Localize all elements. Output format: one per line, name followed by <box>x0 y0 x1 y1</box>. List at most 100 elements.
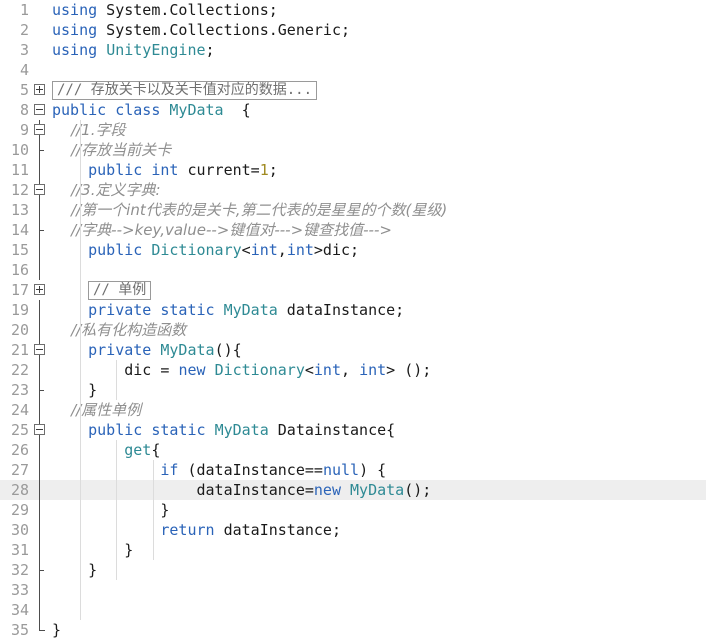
code-line[interactable]: 3 using UnityEngine; <box>0 40 706 60</box>
code-line[interactable]: 17 // 单例 <box>0 280 706 300</box>
fold-collapse-icon[interactable] <box>34 184 45 195</box>
code-line[interactable]: 21 private MyData(){ <box>0 340 706 360</box>
code-line[interactable]: 26 get{ <box>0 440 706 460</box>
code-text[interactable]: } <box>48 500 706 520</box>
fold-column[interactable] <box>32 400 48 420</box>
code-line[interactable]: 19 private static MyData dataInstance; <box>0 300 706 320</box>
fold-column[interactable] <box>32 560 48 580</box>
code-text[interactable]: public int current=1; <box>48 160 706 180</box>
folded-comment-block[interactable]: /// 存放关卡以及关卡值对应的数据... <box>52 81 318 100</box>
fold-column[interactable] <box>32 180 48 200</box>
code-text[interactable]: } <box>48 380 706 400</box>
code-line[interactable]: 13 //第一个int代表的是关卡,第二代表的是星星的个数(星级) <box>0 200 706 220</box>
fold-column[interactable] <box>32 20 48 40</box>
fold-column[interactable] <box>32 60 48 80</box>
fold-column[interactable] <box>32 140 48 160</box>
code-line[interactable]: 14 //字典-->key,value-->键值对--->键查找值---> <box>0 220 706 240</box>
code-line[interactable]: 24 //属性单例 <box>0 400 706 420</box>
code-text[interactable]: //存放当前关卡 <box>48 140 706 160</box>
code-text[interactable]: using UnityEngine; <box>48 40 706 60</box>
code-text[interactable]: //私有化构造函数 <box>48 320 706 340</box>
fold-column[interactable] <box>32 600 48 620</box>
code-text[interactable]: //1.字段 <box>48 120 706 140</box>
code-text[interactable] <box>48 600 706 620</box>
fold-collapse-icon[interactable] <box>34 104 45 115</box>
code-text[interactable]: //属性单例 <box>48 400 706 420</box>
fold-column[interactable] <box>32 120 48 140</box>
fold-column[interactable] <box>32 200 48 220</box>
fold-column[interactable] <box>32 500 48 520</box>
code-text[interactable]: dataInstance=new MyData(); <box>48 480 706 500</box>
code-text[interactable] <box>48 260 706 280</box>
code-text[interactable]: //第一个int代表的是关卡,第二代表的是星星的个数(星级) <box>48 200 706 220</box>
code-line[interactable]: 27 if (dataInstance==null) { <box>0 460 706 480</box>
code-text[interactable]: } <box>48 560 706 580</box>
code-text[interactable]: } <box>48 620 706 640</box>
fold-column[interactable] <box>32 280 48 300</box>
fold-column[interactable] <box>32 380 48 400</box>
fold-column[interactable] <box>32 220 48 240</box>
code-text[interactable]: return dataInstance; <box>48 520 706 540</box>
code-line[interactable]: 12 //3.定义字典: <box>0 180 706 200</box>
code-text[interactable]: public class MyData { <box>48 100 706 120</box>
code-line[interactable]: 5 /// 存放关卡以及关卡值对应的数据... <box>0 80 706 100</box>
code-line[interactable]: 2 using System.Collections.Generic; <box>0 20 706 40</box>
code-text[interactable]: dic = new Dictionary<int, int> (); <box>48 360 706 380</box>
code-editor[interactable]: 1 using System.Collections; 2 using System.… <box>0 0 706 639</box>
fold-column[interactable] <box>32 440 48 460</box>
fold-column[interactable] <box>32 480 48 500</box>
fold-column[interactable] <box>32 540 48 560</box>
code-line[interactable]: 9 //1.字段 <box>0 120 706 140</box>
fold-column[interactable] <box>32 300 48 320</box>
code-line[interactable]: 15 public Dictionary<int,int>dic; <box>0 240 706 260</box>
fold-column[interactable] <box>32 320 48 340</box>
fold-column[interactable] <box>32 620 48 640</box>
folded-comment-block[interactable]: // 单例 <box>88 281 152 300</box>
code-text[interactable]: //3.定义字典: <box>48 180 706 200</box>
code-text[interactable] <box>48 60 706 80</box>
code-line[interactable]: 32 } <box>0 560 706 580</box>
fold-column[interactable] <box>32 580 48 600</box>
code-text[interactable]: public Dictionary<int,int>dic; <box>48 240 706 260</box>
fold-expand-icon[interactable] <box>34 84 45 95</box>
fold-column[interactable] <box>32 340 48 360</box>
code-text[interactable]: //字典-->key,value-->键值对--->键查找值---> <box>48 220 706 240</box>
code-text[interactable]: private MyData(){ <box>48 340 706 360</box>
code-line[interactable]: 16 <box>0 260 706 280</box>
code-line[interactable]: 10 //存放当前关卡 <box>0 140 706 160</box>
code-text[interactable]: // 单例 <box>48 280 706 300</box>
code-line[interactable]: 25 public static MyData Datainstance{ <box>0 420 706 440</box>
code-text[interactable]: get{ <box>48 440 706 460</box>
fold-column[interactable] <box>32 460 48 480</box>
code-text[interactable]: using System.Collections; <box>48 0 706 20</box>
code-text[interactable]: if (dataInstance==null) { <box>48 460 706 480</box>
code-text[interactable]: } <box>48 540 706 560</box>
code-line[interactable]: 34 <box>0 600 706 620</box>
fold-collapse-icon[interactable] <box>34 124 45 135</box>
fold-expand-icon[interactable] <box>34 284 45 295</box>
code-line[interactable]: 1 using System.Collections; <box>0 0 706 20</box>
code-text[interactable]: /// 存放关卡以及关卡值对应的数据... <box>48 80 706 100</box>
code-text[interactable]: using System.Collections.Generic; <box>48 20 706 40</box>
code-line[interactable]: 23 } <box>0 380 706 400</box>
fold-collapse-icon[interactable] <box>34 424 45 435</box>
fold-column[interactable] <box>32 260 48 280</box>
code-text[interactable] <box>48 580 706 600</box>
fold-column[interactable] <box>32 420 48 440</box>
fold-column[interactable] <box>32 100 48 120</box>
fold-column[interactable] <box>32 160 48 180</box>
code-text[interactable]: private static MyData dataInstance; <box>48 300 706 320</box>
code-line[interactable]: 30 return dataInstance; <box>0 520 706 540</box>
code-line[interactable]: 29 } <box>0 500 706 520</box>
fold-column[interactable] <box>32 80 48 100</box>
code-line[interactable]: 31 } <box>0 540 706 560</box>
code-text[interactable]: public static MyData Datainstance{ <box>48 420 706 440</box>
code-line[interactable]: 4 <box>0 60 706 80</box>
fold-collapse-icon[interactable] <box>34 344 45 355</box>
code-line[interactable]: 11 public int current=1; <box>0 160 706 180</box>
fold-column[interactable] <box>32 240 48 260</box>
fold-column[interactable] <box>32 520 48 540</box>
code-line[interactable]: 28 dataInstance=new MyData(); <box>0 480 706 500</box>
code-line[interactable]: 33 <box>0 580 706 600</box>
fold-column[interactable] <box>32 0 48 20</box>
